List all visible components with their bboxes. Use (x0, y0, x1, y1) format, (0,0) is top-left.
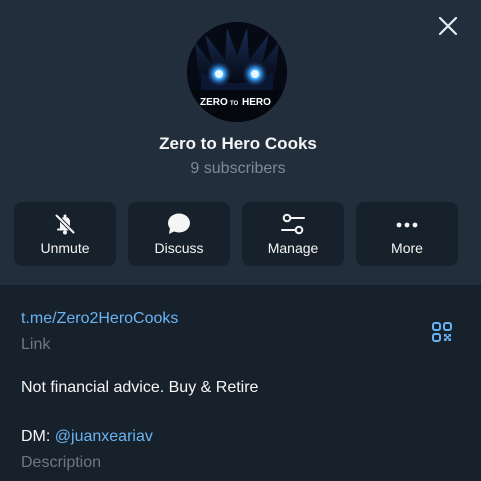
qr-code-button[interactable] (430, 320, 454, 344)
action-bar: Unmute Discuss Manage More (14, 202, 458, 266)
channel-avatar: ZERO TO HERO (187, 22, 287, 122)
manage-button[interactable]: Manage (242, 202, 344, 266)
discuss-label: Discuss (154, 240, 204, 256)
username-mention[interactable]: @juanxeariav (55, 428, 153, 445)
profile-header: ZERO TO HERO Zero to Hero Cooks 9 subscr… (0, 0, 481, 285)
description-label: Description (21, 454, 102, 471)
svg-text:HERO: HERO (242, 97, 271, 108)
link-label: Link (21, 336, 51, 353)
qr-code-icon (432, 322, 452, 342)
discuss-button[interactable]: Discuss (128, 202, 230, 266)
svg-text:TO: TO (230, 101, 239, 107)
description-line: Not financial advice. Buy & Retire (21, 379, 259, 396)
channel-link[interactable]: t.me/Zero2HeroCooks (21, 308, 461, 330)
more-button[interactable]: More (356, 202, 458, 266)
subscriber-count: 9 subscribers (190, 160, 286, 177)
description-dm: DM: @juanxeariav (21, 426, 461, 448)
unmute-label: Unmute (40, 240, 90, 256)
more-label: More (391, 240, 423, 256)
svg-text:ZERO: ZERO (200, 97, 228, 108)
more-dots-icon (396, 222, 418, 228)
bell-off-icon (54, 213, 76, 235)
dm-prefix: DM: (21, 428, 55, 445)
unmute-button[interactable]: Unmute (14, 202, 116, 266)
manage-label: Manage (267, 240, 319, 256)
channel-name: Zero to Hero Cooks (159, 134, 317, 153)
channel-info: t.me/Zero2HeroCooks Link Not financial a… (21, 308, 461, 474)
close-button[interactable] (432, 10, 464, 42)
close-icon (438, 16, 458, 36)
chat-bubble-icon (168, 213, 190, 234)
sliders-icon (281, 213, 305, 235)
